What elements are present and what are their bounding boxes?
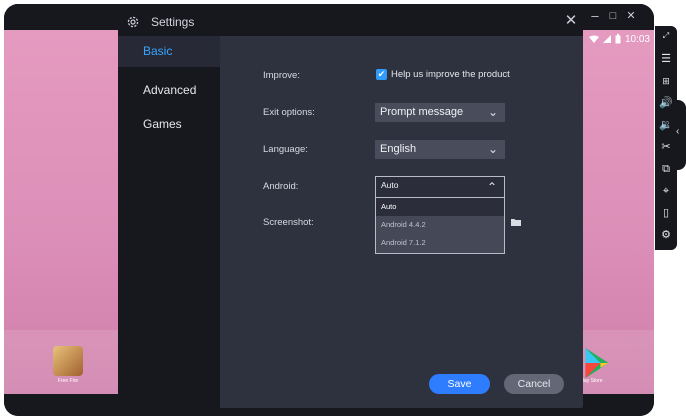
- volume-down-icon[interactable]: 🔉: [659, 118, 673, 132]
- scissors-icon[interactable]: ✂: [659, 140, 673, 154]
- window-close-button[interactable]: ✕: [623, 8, 639, 24]
- free-fire-app-label: Free Fire: [57, 378, 79, 384]
- shake-icon[interactable]: ▯: [659, 206, 673, 220]
- fullscreen-icon[interactable]: ⤢: [659, 29, 673, 43]
- nav-item-advanced[interactable]: Advanced: [118, 75, 220, 106]
- emulator-window: – □ ✕ 10:03 Free Fire Play Store Setting…: [4, 4, 654, 416]
- dialog-title: Settings: [151, 15, 195, 29]
- battery-icon: [615, 34, 621, 44]
- exit-options-select[interactable]: Prompt message ⌄: [375, 103, 505, 122]
- multi-instance-icon[interactable]: ⧉: [659, 162, 673, 176]
- maximize-button[interactable]: □: [605, 8, 621, 24]
- language-value: English: [380, 143, 417, 155]
- android-option-auto[interactable]: Auto: [376, 198, 504, 216]
- gear-icon: [127, 16, 139, 28]
- android-clock: 10:03: [624, 33, 650, 45]
- android-version-select[interactable]: Auto ⌃: [375, 176, 505, 198]
- location-icon[interactable]: ⌖: [659, 184, 673, 198]
- android-label: Android:: [263, 181, 299, 192]
- volume-up-icon[interactable]: 🔊: [659, 96, 673, 110]
- chevron-up-icon: ⌃: [486, 180, 498, 194]
- cancel-button[interactable]: Cancel: [504, 374, 564, 394]
- folder-icon[interactable]: [511, 218, 521, 226]
- save-button[interactable]: Save: [429, 374, 490, 394]
- screenshot-label: Screenshot:: [263, 217, 314, 228]
- nav-item-games[interactable]: Games: [118, 109, 220, 140]
- chevron-down-icon: ⌄: [487, 105, 499, 119]
- chevron-down-icon: ⌄: [487, 142, 499, 156]
- android-option-712[interactable]: Android 7.1.2: [376, 234, 504, 252]
- android-version-dropdown: Auto Android 4.4.2 Android 7.1.2: [375, 198, 505, 254]
- wifi-icon: [588, 35, 599, 43]
- android-option-442[interactable]: Android 4.4.2: [376, 216, 504, 234]
- improve-checkbox[interactable]: ✔: [376, 69, 387, 80]
- chevron-left-icon: ‹: [676, 126, 680, 137]
- settings-gear-icon[interactable]: ⚙: [659, 228, 673, 242]
- dialog-titlebar: Settings ✕: [118, 8, 583, 36]
- language-select[interactable]: English ⌄: [375, 140, 505, 159]
- exit-options-value: Prompt message: [380, 106, 464, 118]
- dialog-close-button[interactable]: ✕: [564, 13, 578, 29]
- settings-dialog: Settings ✕ Basic Advanced Games Improve:…: [118, 8, 583, 408]
- signal-icon: [602, 35, 611, 43]
- free-fire-app-icon[interactable]: [53, 346, 83, 376]
- improve-checkbox-label[interactable]: Help us improve the product: [391, 69, 510, 80]
- play-store-icon[interactable]: [582, 348, 612, 378]
- nav-item-basic[interactable]: Basic: [118, 36, 220, 67]
- android-version-value: Auto: [381, 180, 399, 190]
- minimize-button[interactable]: –: [587, 8, 603, 24]
- menu-icon[interactable]: ☰: [659, 52, 673, 66]
- apk-install-icon[interactable]: ⊞: [659, 74, 673, 88]
- exit-options-label: Exit options:: [263, 107, 315, 118]
- settings-nav: Basic Advanced Games: [118, 36, 220, 408]
- toolbar-collapse-tab[interactable]: ‹: [674, 100, 686, 170]
- improve-label: Improve:: [263, 70, 300, 81]
- language-label: Language:: [263, 144, 308, 155]
- android-status-bar: 10:03: [588, 30, 650, 48]
